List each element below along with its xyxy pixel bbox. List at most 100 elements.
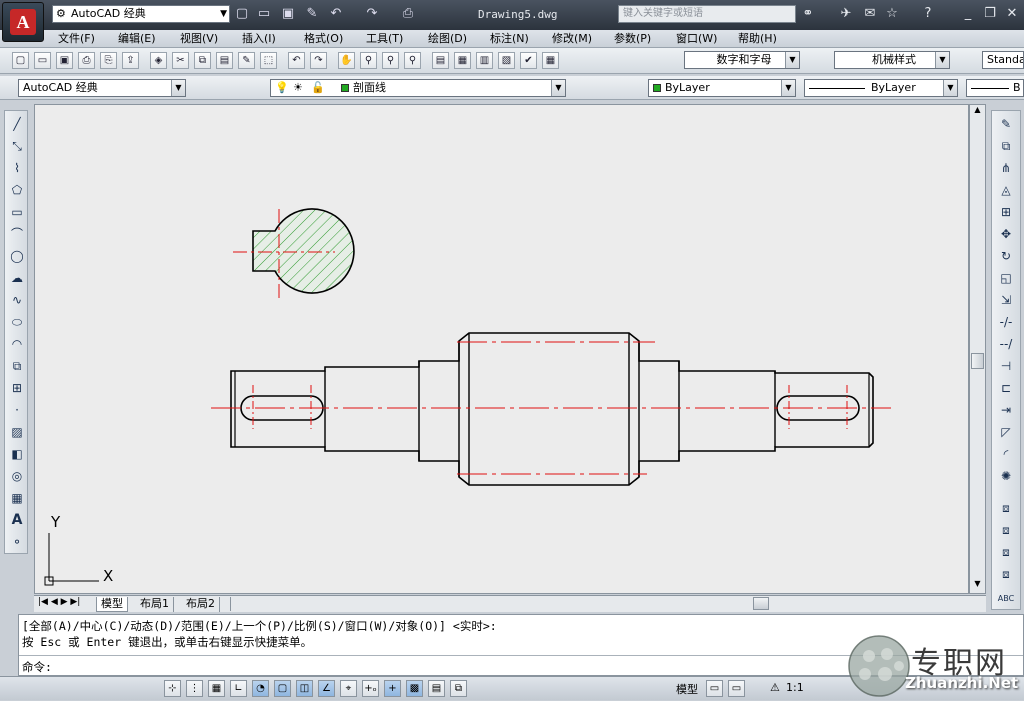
hatch-icon[interactable]: ▨ <box>7 423 27 442</box>
ortho-toggle-icon[interactable]: ∟ <box>230 680 247 697</box>
break-at-point-icon[interactable]: ⊣ <box>996 357 1016 376</box>
rectangle-icon[interactable]: ▭ <box>7 203 27 222</box>
plot-icon[interactable]: ⎙ <box>78 52 95 69</box>
erase-icon[interactable]: ✎ <box>996 115 1016 134</box>
favorites-icon[interactable]: ☆ <box>884 6 900 21</box>
arc-icon[interactable]: ⌒ <box>7 225 27 244</box>
tab-nav-icon[interactable]: |◀ ◀ ▶ ▶| <box>38 597 80 607</box>
multiline-text-icon[interactable]: A <box>7 511 27 530</box>
color-select[interactable]: ByLayer ▼ <box>648 79 796 97</box>
grid-toggle-icon[interactable]: ▦ <box>208 680 225 697</box>
construction-line-icon[interactable]: ⤡ <box>7 137 27 156</box>
search-input[interactable]: 键入关键字或短语 <box>618 5 796 23</box>
zoom-realtime-icon[interactable]: ⚲ <box>360 52 377 69</box>
layer-select[interactable]: 💡 ☀ 🔓 剖面线 ▼ <box>270 79 566 97</box>
plot-preview-icon[interactable]: ⎘ <box>100 52 117 69</box>
workspace-select[interactable]: AutoCAD 经典 ▼ <box>18 79 186 97</box>
3dosnap-toggle-icon[interactable]: ◫ <box>296 680 313 697</box>
break-icon[interactable]: ⊏ <box>996 379 1016 398</box>
menu-modify[interactable]: 修改(M) <box>552 31 592 46</box>
qnew-icon[interactable]: ▢ <box>12 52 29 69</box>
dyn-toggle-icon[interactable]: +ₒ <box>362 680 379 697</box>
menu-insert[interactable]: 插入(I) <box>242 31 276 46</box>
model-space-label[interactable]: 模型 <box>676 681 698 697</box>
linetype-select[interactable]: ByLayer ▼ <box>804 79 958 97</box>
region-icon[interactable]: ◎ <box>7 467 27 486</box>
properties-icon[interactable]: ▤ <box>432 52 449 69</box>
close-icon[interactable]: ✕ <box>1004 6 1020 21</box>
undo-icon[interactable]: ↶ <box>328 6 344 22</box>
menu-draw[interactable]: 绘图(D) <box>428 31 467 46</box>
tab-layout1[interactable]: 布局1 <box>136 597 174 612</box>
polygon-icon[interactable]: ⬠ <box>7 181 27 200</box>
menu-dimension[interactable]: 标注(N) <box>490 31 529 46</box>
pan-icon[interactable]: ✋ <box>338 52 355 69</box>
extend-icon[interactable]: --/ <box>996 335 1016 354</box>
offset-icon[interactable]: ◬ <box>996 181 1016 200</box>
coordinates-toggle-icon[interactable]: ⊹ <box>164 680 181 697</box>
polyline-icon[interactable]: ⌇ <box>7 159 27 178</box>
join-icon[interactable]: ⇥ <box>996 401 1016 420</box>
save-icon[interactable]: ▣ <box>280 6 296 22</box>
revcloud-icon[interactable]: ☁ <box>7 269 27 288</box>
stretch-icon[interactable]: ⇲ <box>996 291 1016 310</box>
menu-parameters[interactable]: 参数(P) <box>614 31 651 46</box>
menu-help[interactable]: 帮助(H) <box>738 31 777 46</box>
plot-icon[interactable]: ⎙ <box>400 6 416 22</box>
text-front-icon[interactable]: ABC <box>996 589 1016 608</box>
command-prompt[interactable]: 命令: <box>22 659 52 675</box>
sheet-set-icon[interactable]: ▧ <box>498 52 515 69</box>
trim-icon[interactable]: -/- <box>996 313 1016 332</box>
zoom-previous-icon[interactable]: ⚲ <box>404 52 421 69</box>
open-icon[interactable]: ▭ <box>256 6 272 22</box>
osnap-toggle-icon[interactable]: ▢ <box>274 680 291 697</box>
redo-icon[interactable]: ↷ <box>364 6 380 22</box>
snap-toggle-icon[interactable]: ⋮ <box>186 680 203 697</box>
saveas-icon[interactable]: ✎ <box>304 6 320 22</box>
text-style-select[interactable]: 数字和字母 ▼ <box>684 51 800 69</box>
scale-icon[interactable]: ◱ <box>996 269 1016 288</box>
design-center-icon[interactable]: ▦ <box>454 52 471 69</box>
menu-edit[interactable]: 编辑(E) <box>118 31 156 46</box>
make-block-icon[interactable]: ⊞ <box>7 379 27 398</box>
circle-icon[interactable]: ◯ <box>7 247 27 266</box>
copy-icon[interactable]: ⧉ <box>996 137 1016 156</box>
ellipse-arc-icon[interactable]: ◠ <box>7 335 27 354</box>
selection-cycling-icon[interactable]: ⧉ <box>450 680 467 697</box>
draworder-above-icon[interactable]: ⧈ <box>996 543 1016 562</box>
markup-icon[interactable]: ✔ <box>520 52 537 69</box>
zoom-window-icon[interactable]: ⚲ <box>382 52 399 69</box>
lineweight-toggle-icon[interactable]: + <box>384 680 401 697</box>
array-icon[interactable]: ⊞ <box>996 203 1016 222</box>
annotation-scale-icon[interactable]: ⚠ <box>770 681 780 694</box>
fillet-icon[interactable]: ◜ <box>996 445 1016 464</box>
insert-block-icon[interactable]: ⧉ <box>7 357 27 376</box>
publish-icon[interactable]: ⇪ <box>122 52 139 69</box>
paste-icon[interactable]: ▤ <box>216 52 233 69</box>
transparency-toggle-icon[interactable]: ▩ <box>406 680 423 697</box>
minimize-icon[interactable]: _ <box>960 6 976 21</box>
open-icon[interactable]: ▭ <box>34 52 51 69</box>
tool-palettes-icon[interactable]: ▥ <box>476 52 493 69</box>
move-icon[interactable]: ✥ <box>996 225 1016 244</box>
polar-toggle-icon[interactable]: ◔ <box>252 680 269 697</box>
scroll-thumb[interactable] <box>971 353 984 369</box>
workspace-switcher[interactable]: ⚙ AutoCAD 经典 ▼ <box>52 5 230 23</box>
point-icon[interactable]: · <box>7 401 27 420</box>
quickcalc-icon[interactable]: ▦ <box>542 52 559 69</box>
ellipse-icon[interactable]: ⬭ <box>7 313 27 332</box>
help-icon[interactable]: ? <box>920 6 936 21</box>
3d-dwf-icon[interactable]: ◈ <box>150 52 167 69</box>
rotate-icon[interactable]: ↻ <box>996 247 1016 266</box>
chamfer-icon[interactable]: ◸ <box>996 423 1016 442</box>
save-icon[interactable]: ▣ <box>56 52 73 69</box>
tab-model[interactable]: 模型 <box>96 597 128 612</box>
annotation-scale-value[interactable]: 1:1 <box>786 681 804 694</box>
gradient-icon[interactable]: ◧ <box>7 445 27 464</box>
menu-format[interactable]: 格式(O) <box>304 31 343 46</box>
undo-icon[interactable]: ↶ <box>288 52 305 69</box>
draworder-under-icon[interactable]: ⧈ <box>996 565 1016 584</box>
cut-icon[interactable]: ✂ <box>172 52 189 69</box>
draworder-front-icon[interactable]: ⧈ <box>996 499 1016 518</box>
quick-view-drawings-icon[interactable]: ▭ <box>728 680 745 697</box>
